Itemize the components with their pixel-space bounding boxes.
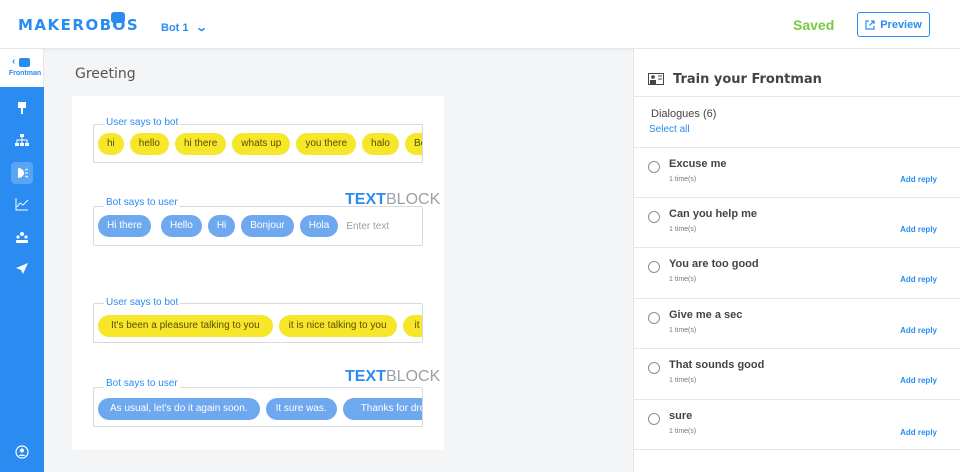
dialogue-title: Can you help me — [669, 208, 758, 220]
saved-status: Saved — [793, 17, 835, 33]
user-says-box[interactable]: It's been a pleasure talking to you it i… — [93, 303, 423, 343]
dialogue-row[interactable]: Can you help me 1 time(s) Add reply — [634, 197, 960, 247]
preview-button[interactable]: Preview — [857, 12, 930, 37]
add-reply-link[interactable]: Add reply — [900, 275, 937, 284]
sidebar-frontman[interactable]: ‹ Frontman — [0, 49, 44, 87]
sidebar-item-send[interactable] — [11, 257, 33, 279]
add-reply-link[interactable]: Add reply — [900, 326, 937, 335]
bot-chip[interactable]: Hello — [161, 215, 202, 237]
sitemap-icon — [15, 134, 29, 146]
dialogue-radio[interactable] — [648, 413, 660, 425]
bot-chip[interactable]: Bonjour — [241, 215, 294, 237]
user-says-chips: hi hello hi there whats up you there hal… — [98, 133, 422, 155]
add-reply-link[interactable]: Add reply — [900, 428, 937, 437]
greeting-card: hi hello hi there whats up you there hal… — [72, 96, 444, 450]
bot-icon — [19, 58, 30, 67]
user-chip[interactable]: halo — [362, 133, 399, 155]
dialogue-radio[interactable] — [648, 312, 660, 324]
dialogue-radio[interactable] — [648, 161, 660, 173]
add-reply-link[interactable]: Add reply — [900, 175, 937, 184]
train-icon — [648, 73, 664, 85]
preview-label: Preview — [880, 18, 922, 31]
dialogue-title: Give me a sec — [669, 309, 743, 321]
dialogues-count: Dialogues (6) — [651, 108, 717, 120]
dialogue-row[interactable]: You are too good 1 time(s) Add reply — [634, 247, 960, 297]
user-chip[interactable]: you there — [296, 133, 357, 155]
bot-selector[interactable]: Bot 1 ⌄ — [161, 21, 208, 35]
user-chip[interactable]: hello — [129, 133, 169, 155]
dialogue-times: 1 time(s) — [669, 327, 697, 334]
back-icon[interactable]: ‹ — [12, 56, 15, 67]
dialogue-title: Excuse me — [669, 158, 727, 170]
sidebar-item-users[interactable] — [11, 226, 33, 248]
chevron-down-icon: ⌄ — [194, 22, 208, 34]
bot-says-chips: As usual, let's do it again soon. It sur… — [98, 398, 422, 420]
bot-chip[interactable]: As usual, let's do it again soon. — [98, 398, 260, 420]
user-says-label: User says to bot — [104, 297, 181, 308]
user-says-chips: It's been a pleasure talking to you it i… — [98, 315, 422, 337]
dialogue-times: 1 time(s) — [669, 428, 697, 435]
sidebar-item-account[interactable] — [11, 441, 33, 463]
dialogue-times: 1 time(s) — [669, 276, 697, 283]
dialogue-title: That sounds good — [669, 359, 765, 371]
send-icon — [16, 263, 28, 274]
add-reply-link[interactable]: Add reply — [900, 225, 937, 234]
user-chip[interactable]: whats up — [232, 133, 291, 155]
dialogue-times: 1 time(s) — [669, 176, 697, 183]
user-chip[interactable]: it is nice talking to you — [278, 315, 397, 337]
sidebar-item-analytics[interactable] — [11, 193, 33, 215]
bot-says-box[interactable]: As usual, let's do it again soon. It sur… — [93, 387, 423, 427]
tab-block[interactable]: BLOCK — [386, 368, 440, 386]
dialogue-times: 1 time(s) — [669, 226, 697, 233]
user-chip[interactable]: Bonjour — [404, 133, 422, 155]
dialogue-times: 1 time(s) — [669, 377, 697, 384]
user-says-box[interactable]: hi hello hi there whats up you there hal… — [93, 124, 423, 163]
dialogue-row[interactable]: Excuse me 1 time(s) Add reply — [634, 147, 960, 197]
brush-icon — [18, 102, 26, 114]
bot-chip[interactable]: It sure was. — [265, 398, 337, 420]
bot-says-label: Bot says to user — [104, 197, 180, 208]
sidebar-item-sitemap[interactable] — [11, 129, 33, 151]
enter-text-input[interactable]: Enter text — [346, 221, 389, 232]
dialogue-radio[interactable] — [648, 211, 660, 223]
bot-says-chips: Hi there Hello Hi Bonjour Hola Enter tex… — [98, 215, 389, 237]
dialogue-title: sure — [669, 410, 693, 422]
add-reply-link[interactable]: Add reply — [900, 376, 937, 385]
select-all-link[interactable]: Select all — [649, 124, 690, 135]
train-panel-title: Train your Frontman — [673, 72, 822, 87]
users-icon — [16, 232, 28, 243]
dialogue-row[interactable]: That sounds good 1 time(s) Add reply — [634, 348, 960, 398]
sidebar — [0, 87, 44, 472]
page-title: Greeting — [75, 66, 136, 82]
bot-chip[interactable]: Thanks for dropping — [342, 398, 422, 420]
sidebar-item-brush[interactable] — [11, 97, 33, 119]
bot-chip[interactable]: Hi there — [98, 215, 152, 237]
dialogue-row[interactable]: Give me a sec 1 time(s) Add reply — [634, 298, 960, 348]
top-bar: MAKEROBOS Bot 1 ⌄ Saved Preview — [0, 0, 960, 49]
user-chip[interactable]: hi there — [174, 133, 227, 155]
tab-text[interactable]: TEXT — [345, 368, 386, 386]
logo-bubble-icon — [111, 12, 125, 27]
dialogue-radio[interactable] — [648, 261, 660, 273]
intent-icon — [18, 168, 29, 178]
frontman-label: Frontman — [8, 70, 42, 77]
bot-says-label: Bot says to user — [104, 378, 180, 389]
bot-name: Bot 1 — [161, 21, 189, 34]
dialogue-title: You are too good — [669, 258, 759, 270]
bot-says-box[interactable]: Hi there Hello Hi Bonjour Hola Enter tex… — [93, 206, 423, 246]
user-chip[interactable]: It's been a pleasure talking to you — [98, 315, 273, 337]
bot-chip[interactable]: Hola — [299, 215, 339, 237]
sidebar-item-intent[interactable] — [11, 162, 33, 184]
user-says-label: User says to bot — [104, 117, 181, 128]
user-chip[interactable]: hi — [98, 133, 124, 155]
train-panel: Train your Frontman Dialogues (6) Select… — [633, 49, 960, 472]
external-link-icon — [865, 19, 875, 30]
dialogue-radio[interactable] — [648, 362, 660, 374]
train-panel-header: Train your Frontman — [634, 49, 960, 97]
user-chip[interactable]: it has — [402, 315, 422, 337]
analytics-icon — [15, 198, 29, 211]
bot-chip[interactable]: Hi — [207, 215, 236, 237]
dialogue-row[interactable]: sure 1 time(s) Add reply — [634, 399, 960, 450]
account-icon — [15, 445, 29, 459]
